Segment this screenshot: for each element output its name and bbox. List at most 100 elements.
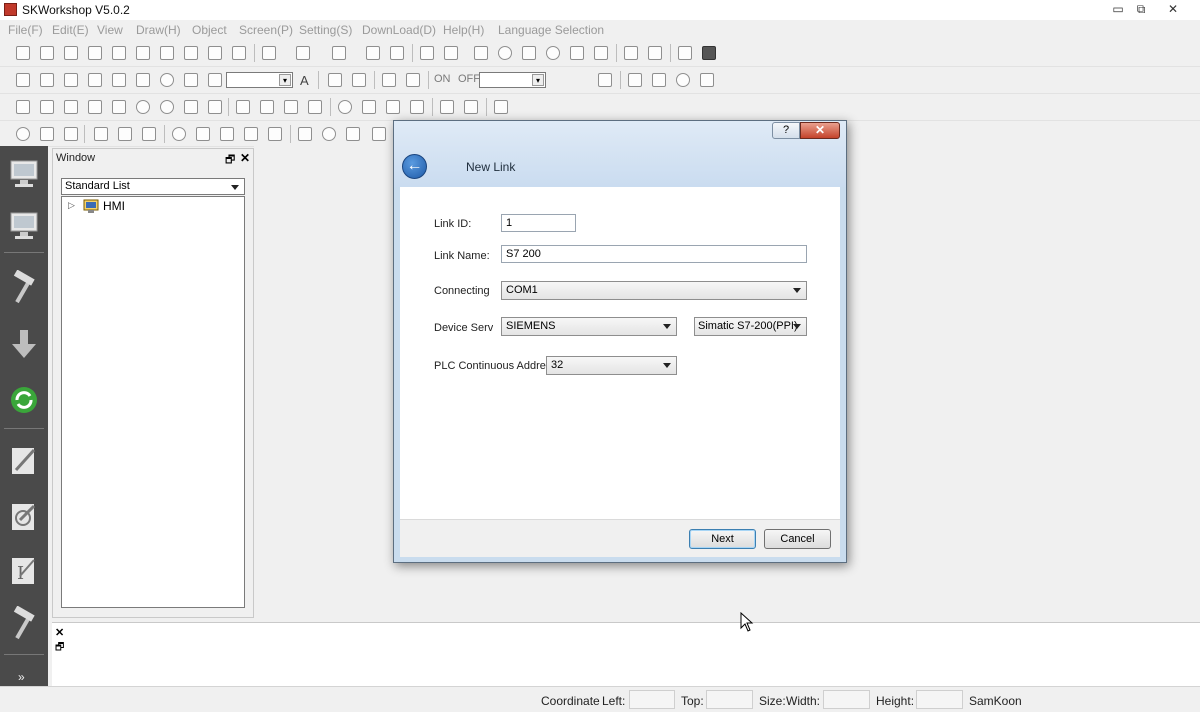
dialog-help-button[interactable]: ? [772,122,800,139]
indicator-icon[interactable] [160,100,174,114]
list-type-select[interactable]: Standard List [61,178,245,195]
pointer-icon[interactable] [594,46,608,60]
bulb-icon[interactable] [338,100,352,114]
gauge-icon[interactable] [322,127,336,141]
table-icon[interactable] [328,73,342,87]
send-back-icon[interactable] [406,73,420,87]
expand-strip-icon[interactable]: » [18,670,25,684]
polygon-icon[interactable] [184,73,198,87]
function-key-icon[interactable] [88,100,102,114]
slider-icon[interactable] [208,100,222,114]
date-icon[interactable] [64,127,78,141]
replace-icon[interactable] [652,73,666,87]
menu-draw[interactable]: Draw(H) [136,23,181,37]
list-icon[interactable] [184,100,198,114]
clock-icon[interactable] [16,127,30,141]
simulate-refresh-icon[interactable] [6,382,42,418]
open-file-icon[interactable] [40,46,54,60]
paste-icon[interactable] [208,46,222,60]
close-window-button[interactable]: ✕ [1160,1,1186,18]
tree-expander-icon[interactable]: ▷ [68,200,75,211]
bit-button-icon[interactable] [16,100,30,114]
numeric-input-icon[interactable] [260,100,274,114]
device-model-select[interactable]: Simatic S7-200(PPI) [694,317,807,336]
plc-continuous-address-select[interactable]: 32 [546,356,677,375]
save-all-icon[interactable] [88,46,102,60]
gear-icon[interactable] [172,127,186,141]
redo-icon[interactable] [136,46,150,60]
compile-hammer-icon[interactable] [6,270,42,306]
output-close-icon[interactable]: ✕ [55,626,64,639]
off-state-button[interactable]: OFF [458,73,480,85]
cancel-button[interactable]: Cancel [764,529,831,549]
meter-icon[interactable] [298,127,312,141]
edit-text-icon[interactable]: I [6,552,42,588]
zoom-fit-icon[interactable] [522,46,536,60]
edit-pencil-icon[interactable] [6,442,42,478]
delete-icon[interactable] [232,46,246,60]
link-name-input[interactable]: S7 200 [501,245,807,263]
next-button[interactable]: Next [689,529,756,549]
menu-download[interactable]: DownLoad(D) [362,23,436,37]
tools-hammer-icon[interactable] [6,606,42,642]
polyline-icon[interactable] [40,73,54,87]
arc-icon[interactable] [208,73,222,87]
frame-icon[interactable] [196,127,210,141]
ascii-display-icon[interactable] [284,100,298,114]
rotate-icon[interactable] [268,127,282,141]
resize-icon[interactable] [390,46,404,60]
same-size-icon[interactable] [366,46,380,60]
layer-icon[interactable] [296,46,310,60]
group-icon[interactable] [262,46,276,60]
grid-icon[interactable] [474,46,488,60]
trend-icon[interactable] [94,127,108,141]
window-icon[interactable] [678,46,692,60]
curve-icon[interactable] [64,73,78,87]
find-icon[interactable] [628,73,642,87]
freeform-icon[interactable] [88,73,102,87]
align-icon[interactable] [332,46,346,60]
alarm-icon[interactable] [464,100,478,114]
menu-view[interactable]: View [97,23,123,37]
hmi-window-icon[interactable] [6,208,42,244]
person-icon[interactable] [386,100,400,114]
link-id-input[interactable]: 1 [501,214,576,232]
history-icon[interactable] [142,127,156,141]
text-tool-button[interactable]: A [300,73,309,88]
bucket-icon[interactable] [598,73,612,87]
state-select[interactable]: ▾ [479,72,546,88]
animation-icon[interactable] [220,127,234,141]
pan-hand-icon[interactable] [570,46,584,60]
zoom-out-icon[interactable] [546,46,560,60]
ellipse-icon[interactable] [160,73,174,87]
key-icon[interactable] [362,100,376,114]
word-button-icon[interactable] [40,100,54,114]
ascii-input-icon[interactable] [308,100,322,114]
menu-language[interactable]: Language Selection [498,23,604,37]
properties-icon[interactable] [700,73,714,87]
move-icon[interactable] [244,127,258,141]
download-arrow-icon[interactable] [6,326,42,362]
rectangle-icon[interactable] [112,73,126,87]
rounded-rect-icon[interactable] [136,73,150,87]
menu-edit[interactable]: Edit(E) [52,23,89,37]
picture-icon[interactable] [494,100,508,114]
numeric-display-icon[interactable] [236,100,250,114]
on-state-button[interactable]: ON [434,73,451,85]
unlock-icon[interactable] [648,46,662,60]
play-icon[interactable] [420,46,434,60]
xy-plot-icon[interactable] [118,127,132,141]
scale-icon[interactable] [352,73,366,87]
data-table-icon[interactable] [440,100,454,114]
hmi-screen-icon[interactable] [6,156,42,192]
magnifier-icon[interactable] [676,73,690,87]
screen-button-icon[interactable] [64,100,78,114]
menu-help[interactable]: Help(H) [443,23,484,37]
line-style-select[interactable]: ▾ [226,72,293,88]
bar-graph-icon[interactable] [346,127,360,141]
undo-icon[interactable] [112,46,126,60]
chart-icon[interactable] [372,127,386,141]
tree-item-hmi[interactable]: HMI [103,199,125,213]
restore-button[interactable]: ⧉ [1128,1,1154,18]
device-vendor-select[interactable]: SIEMENS [501,317,677,336]
